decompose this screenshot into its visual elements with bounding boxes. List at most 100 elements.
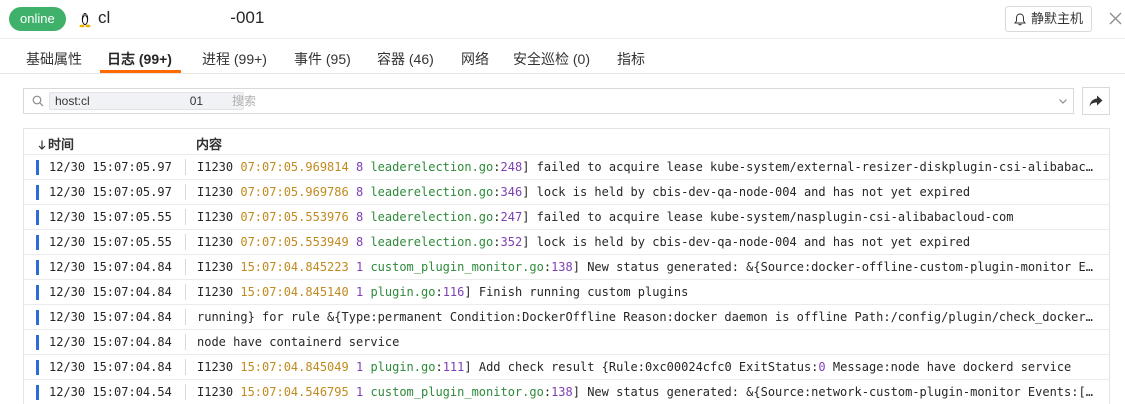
log-source-file: leaderelection.go	[370, 160, 494, 174]
table-row[interactable]: 12/30 15:07:04.84 node have containerd se…	[24, 329, 1109, 354]
log-level-marker	[36, 335, 39, 350]
log-source-file: leaderelection.go	[370, 235, 494, 249]
chevron-down-icon[interactable]	[1058, 96, 1068, 106]
log-level: I1230	[197, 385, 234, 399]
table-row[interactable]: 12/30 15:07:04.54 I1230 15:07:04.546795 1…	[24, 379, 1109, 404]
log-time-cell: 12/30 15:07:05.55	[49, 235, 172, 249]
cell-divider	[185, 184, 186, 200]
log-search-bar[interactable]: host:cl 01	[23, 88, 1074, 114]
log-level-marker	[36, 160, 39, 175]
tab-basic-properties[interactable]: 基础属性	[26, 49, 82, 69]
host-name-suffix: -001	[230, 8, 265, 27]
silence-host-label: 静默主机	[1030, 11, 1083, 26]
share-button[interactable]	[1082, 87, 1110, 115]
log-time-cell: 12/30 15:07:05.55	[49, 210, 172, 224]
log-level-marker	[36, 210, 39, 225]
log-thread: 1	[355, 260, 364, 274]
log-level: I1230	[197, 210, 234, 224]
host-name: cl -001	[98, 8, 264, 28]
log-level: I1230	[197, 360, 234, 374]
log-content-cell: running} for rule &{Type:permanent Condi…	[197, 310, 1095, 324]
cell-divider	[185, 234, 186, 250]
log-level: I1230	[197, 260, 234, 274]
log-time-cell: 12/30 15:07:04.84	[49, 285, 172, 299]
table-row[interactable]: 12/30 15:07:04.84 I1230 15:07:04.845049 1…	[24, 354, 1109, 379]
header-divider	[0, 38, 1125, 39]
log-source-file: custom_plugin_monitor.go	[370, 385, 544, 399]
log-time-cell: 12/30 15:07:04.84	[49, 335, 172, 349]
table-row[interactable]: 12/30 15:07:04.84 running} for rule &{Typ…	[24, 304, 1109, 329]
log-content-cell: I1230 15:07:04.845049 1 plugin.go:111] A…	[197, 360, 1072, 374]
host-name-prefix: cl	[98, 8, 111, 27]
log-source-line: 116	[442, 285, 465, 299]
log-level-marker	[36, 360, 39, 375]
tab-events[interactable]: 事件 (95)	[294, 49, 351, 69]
tab-metrics[interactable]: 指标	[617, 49, 645, 69]
table-row[interactable]: 12/30 15:07:05.55 I1230 07:07:05.553949 8…	[24, 229, 1109, 254]
tabs-divider	[0, 73, 1125, 74]
log-source-file: leaderelection.go	[370, 185, 494, 199]
log-table: 时间 内容 12/30 15:07:05.97 I1230 07:07:05.96…	[23, 128, 1110, 404]
log-source-line: 352	[500, 235, 523, 249]
tab-security-inspection[interactable]: 安全巡检 (0)	[513, 49, 590, 69]
log-source-line: 111	[442, 360, 465, 374]
search-input[interactable]	[232, 92, 1032, 110]
tab-network[interactable]: 网络	[461, 49, 489, 69]
table-row[interactable]: 12/30 15:07:04.84 I1230 15:07:04.845140 1…	[24, 279, 1109, 304]
column-header-time[interactable]: 时间	[38, 134, 74, 153]
log-source-line: 248	[500, 160, 523, 174]
tab-processes[interactable]: 进程 (99+)	[202, 49, 267, 69]
log-timestamp: 15:07:04.845140	[240, 285, 349, 299]
log-source-line: 138	[551, 385, 573, 399]
log-level-marker	[36, 260, 39, 275]
log-source-line: 346	[500, 185, 523, 199]
cell-divider	[185, 159, 186, 175]
silence-host-button[interactable]: 静默主机	[1005, 6, 1092, 32]
log-timestamp: 07:07:05.553949	[240, 235, 349, 249]
log-content-cell: I1230 07:07:05.969814 8 leaderelection.g…	[197, 160, 1095, 174]
cell-divider	[185, 384, 186, 400]
log-source-line: 247	[500, 210, 523, 224]
log-thread: 8	[355, 160, 364, 174]
cell-divider	[185, 284, 186, 300]
column-time-label: 时间	[48, 137, 75, 152]
table-row[interactable]: 12/30 15:07:05.97 I1230 07:07:05.969814 8…	[24, 154, 1109, 179]
filter-tag-prefix: host:cl	[55, 94, 90, 108]
log-level-marker	[36, 185, 39, 200]
log-message: ] New status generated: &{Source:docker-…	[572, 260, 1095, 274]
log-time-cell: 12/30 15:07:05.97	[49, 185, 172, 199]
cell-divider	[185, 334, 186, 350]
table-row[interactable]: 12/30 15:07:04.84 I1230 15:07:04.845223 1…	[24, 254, 1109, 279]
tab-containers[interactable]: 容器 (46)	[377, 49, 434, 69]
log-message: ] Add check result {Rule:0xc00024cfc0 Ex…	[464, 360, 819, 374]
cell-divider	[185, 359, 186, 375]
close-icon[interactable]	[1109, 12, 1122, 25]
log-message: ] failed to acquire lease kube-system/na…	[522, 210, 1014, 224]
cell-divider	[185, 209, 186, 225]
log-thread: 8	[355, 185, 364, 199]
table-header: 时间 内容	[24, 129, 1109, 154]
log-thread: 1	[355, 360, 364, 374]
log-timestamp: 07:07:05.969786	[240, 185, 349, 199]
log-level: I1230	[197, 160, 234, 174]
status-badge: online	[9, 7, 66, 31]
table-row[interactable]: 12/30 15:07:05.55 I1230 07:07:05.553976 8…	[24, 204, 1109, 229]
log-message-tail: Message:node have dockerd service	[825, 360, 1072, 374]
log-level: I1230	[197, 285, 234, 299]
log-message: ] lock is held by cbis-dev-qa-node-004 a…	[522, 235, 971, 249]
log-content-cell: I1230 07:07:05.553949 8 leaderelection.g…	[197, 235, 971, 249]
table-row[interactable]: 12/30 15:07:05.97 I1230 07:07:05.969786 8…	[24, 179, 1109, 204]
log-content-cell: I1230 07:07:05.969786 8 leaderelection.g…	[197, 185, 971, 199]
log-level-marker	[36, 310, 39, 325]
search-icon	[32, 95, 44, 107]
log-message: ] lock is held by cbis-dev-qa-node-004 a…	[522, 185, 971, 199]
log-exit-status: 0	[818, 360, 826, 374]
filter-tag-host[interactable]: host:cl 01	[49, 92, 244, 110]
log-level-marker	[36, 385, 39, 400]
tab-bar: 基础属性 日志 (99+) 进程 (99+) 事件 (95) 容器 (46) 网…	[0, 40, 1125, 74]
tab-logs[interactable]: 日志 (99+)	[107, 49, 172, 69]
log-timestamp: 15:07:04.845223	[240, 260, 349, 274]
log-content-cell: node have containerd service	[197, 335, 1095, 349]
log-source-file: plugin.go	[370, 285, 436, 299]
sort-down-icon[interactable]	[38, 140, 46, 150]
